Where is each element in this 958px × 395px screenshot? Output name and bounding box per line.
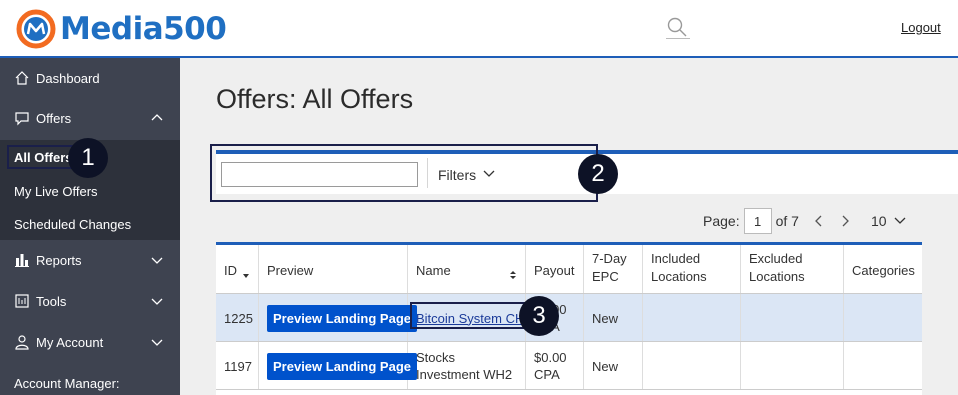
cell-categories	[844, 294, 922, 342]
user-icon	[14, 334, 30, 350]
table-row[interactable]: 1197 Preview Landing Page Stocks Investm…	[216, 341, 922, 390]
cell-id: 1225	[216, 294, 259, 342]
chevron-right-icon[interactable]	[839, 214, 851, 228]
column-header-epc: 7-Day EPC	[584, 245, 643, 293]
column-header-id[interactable]: ID	[216, 245, 259, 293]
cell-epc: New	[584, 294, 643, 342]
top-header: Media500 Logout	[0, 0, 958, 58]
bar-chart-icon	[14, 252, 30, 268]
cell-included-locations	[643, 294, 741, 342]
cell-payout: $0.00 CPA	[526, 342, 584, 390]
page-label: Page:	[703, 213, 740, 229]
sort-both-icon	[509, 270, 517, 280]
sidebar-subitem-my-live-offers[interactable]: My Live Offers	[14, 184, 98, 199]
annotation-box-1	[7, 145, 73, 169]
page-total: of 7	[775, 213, 799, 229]
sidebar-item-my-account[interactable]: My Account	[0, 322, 180, 362]
cell-preview: Preview Landing Page	[259, 342, 417, 390]
page-title: Offers: All Offers	[216, 84, 414, 114]
cell-name[interactable]: Stocks Investment WH2	[408, 342, 526, 390]
column-header-excluded-locations: Excluded Locations	[741, 245, 844, 293]
sidebar-item-dashboard[interactable]: Dashboard	[0, 58, 180, 98]
cell-excluded-locations	[741, 342, 844, 390]
search-underline	[666, 38, 690, 39]
cell-categories	[844, 342, 922, 390]
sidebar-item-label: Tools	[36, 293, 67, 309]
column-header-included-locations: Included Locations	[643, 245, 741, 293]
cell-id: 1197	[216, 342, 259, 390]
sort-down-icon	[242, 272, 250, 280]
sidebar-item-tools[interactable]: Tools	[0, 281, 180, 321]
cell-preview: Preview Landing Page	[259, 294, 417, 342]
table-row	[216, 389, 922, 395]
chevron-left-icon[interactable]	[813, 214, 825, 228]
column-header-payout: Payout	[526, 245, 584, 293]
chevron-up-icon	[150, 111, 164, 125]
chevron-down-icon	[150, 294, 164, 308]
chevron-down-icon	[150, 253, 164, 267]
sidebar-item-label: Offers	[36, 110, 72, 126]
sidebar-subitem-scheduled-changes[interactable]: Scheduled Changes	[14, 217, 131, 232]
annotation-badge-2: 2	[578, 154, 618, 194]
per-page-value: 10	[870, 213, 887, 229]
annotation-badge-3: 3	[519, 296, 559, 336]
table-row[interactable]: 1225 Preview Landing Page Bitcoin System…	[216, 293, 922, 342]
page-number-input[interactable]: 1	[743, 208, 772, 234]
cell-excluded-locations	[741, 294, 844, 342]
header-label: ID	[224, 263, 237, 278]
logout-link[interactable]: Logout	[901, 20, 941, 35]
brand-name: Media500	[60, 11, 227, 47]
offers-table: ID Preview Name Payout 7-Day EPC Include…	[216, 242, 922, 395]
chevron-down-icon	[150, 335, 164, 349]
annotation-badge-1: 1	[68, 138, 108, 178]
column-header-name[interactable]: Name	[408, 245, 526, 293]
preview-landing-page-button[interactable]: Preview Landing Page	[267, 304, 417, 332]
sidebar-item-reports[interactable]: Reports	[0, 240, 180, 280]
cell-included-locations	[643, 342, 741, 390]
brand-logo[interactable]: Media500	[16, 9, 227, 49]
annotation-box-3	[410, 302, 526, 329]
sidebar-item-label: Reports	[36, 252, 82, 268]
header-label: Name	[416, 263, 451, 278]
preview-landing-page-button[interactable]: Preview Landing Page	[267, 352, 417, 380]
account-manager-label: Account Manager:	[14, 376, 120, 391]
chevron-down-icon	[893, 213, 907, 230]
home-icon	[14, 70, 30, 86]
tools-icon	[14, 293, 30, 309]
column-header-categories: Categories	[852, 263, 915, 278]
annotation-box-2	[210, 144, 598, 202]
sidebar-item-offers[interactable]: Offers	[0, 98, 180, 138]
sidebar-item-label: My Account	[36, 334, 104, 350]
per-page-select[interactable]: 10	[871, 213, 907, 230]
cell-epc: New	[584, 342, 643, 390]
media500-logo-icon	[16, 9, 56, 49]
chat-bubble-icon	[14, 110, 30, 126]
pagination: Page: 1 of 7 10	[703, 208, 907, 234]
sidebar: Dashboard Offers All Offers My Live Offe…	[0, 58, 180, 395]
column-header-preview: Preview	[259, 245, 408, 293]
sidebar-item-label: Dashboard	[36, 70, 100, 86]
